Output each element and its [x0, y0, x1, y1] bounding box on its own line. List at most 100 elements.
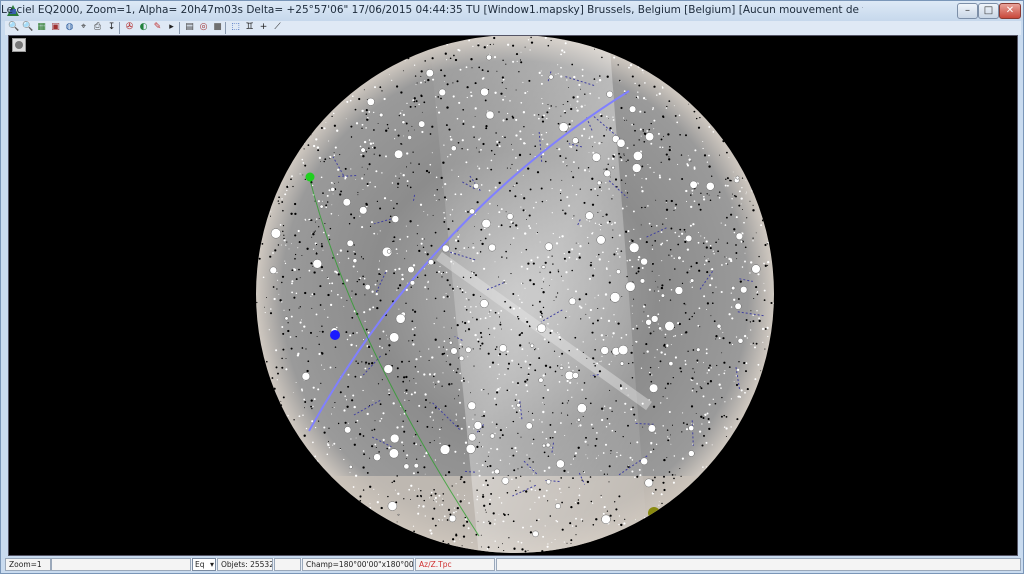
- bright-star[interactable]: [649, 383, 659, 393]
- bright-star[interactable]: [591, 152, 601, 162]
- bright-star[interactable]: [468, 433, 477, 442]
- bright-star[interactable]: [418, 120, 426, 128]
- select-icon[interactable]: ⬚: [230, 22, 241, 33]
- play-icon[interactable]: ▸: [166, 22, 177, 33]
- bright-star[interactable]: [668, 361, 674, 367]
- bright-star[interactable]: [556, 459, 565, 469]
- bright-star[interactable]: [391, 215, 400, 223]
- bright-star[interactable]: [601, 514, 611, 525]
- bright-star[interactable]: [389, 332, 400, 343]
- bright-star[interactable]: [625, 281, 636, 292]
- bright-star[interactable]: [506, 213, 514, 220]
- stop-icon[interactable]: ■: [212, 22, 223, 33]
- bright-star[interactable]: [428, 259, 434, 266]
- bright-star[interactable]: [485, 110, 495, 120]
- sky-chart[interactable]: [8, 35, 1018, 556]
- bright-star[interactable]: [542, 443, 546, 448]
- bright-star[interactable]: [458, 355, 465, 362]
- bright-star[interactable]: [441, 244, 450, 253]
- bright-star[interactable]: [401, 120, 406, 125]
- bright-star[interactable]: [616, 138, 626, 148]
- bright-star[interactable]: [611, 165, 615, 170]
- telescope-icon[interactable]: ⌖: [78, 22, 89, 33]
- bright-star[interactable]: [619, 361, 625, 366]
- bright-star[interactable]: [407, 135, 412, 140]
- bright-star[interactable]: [467, 401, 477, 411]
- title-bar[interactable]: Le ciel EQ2000, Zoom=1, Alpha= 20h47m03s…: [1, 1, 1023, 21]
- bright-star[interactable]: [660, 293, 665, 298]
- bright-star[interactable]: [674, 286, 684, 295]
- bright-star[interactable]: [388, 448, 399, 459]
- bright-star[interactable]: [489, 433, 495, 439]
- close-button[interactable]: ✕: [999, 3, 1021, 19]
- bright-star[interactable]: [532, 530, 539, 538]
- bright-star[interactable]: [572, 372, 579, 379]
- zoom-out-icon[interactable]: 🔍: [22, 22, 33, 33]
- bright-star[interactable]: [572, 137, 579, 144]
- bright-star[interactable]: [688, 425, 695, 432]
- bright-star[interactable]: [740, 286, 748, 294]
- view-mode-button[interactable]: [12, 38, 26, 52]
- bright-star[interactable]: [640, 257, 648, 266]
- bright-star[interactable]: [685, 234, 693, 242]
- bright-star[interactable]: [395, 313, 406, 324]
- bright-star[interactable]: [364, 284, 371, 291]
- bright-star[interactable]: [330, 187, 336, 192]
- bright-star[interactable]: [516, 402, 521, 408]
- bright-star[interactable]: [439, 444, 451, 455]
- minimize-button[interactable]: –: [957, 3, 978, 19]
- bright-star[interactable]: [647, 424, 656, 433]
- bright-star[interactable]: [387, 501, 398, 511]
- bright-star[interactable]: [360, 147, 366, 153]
- bright-star[interactable]: [677, 255, 682, 261]
- bright-star[interactable]: [603, 169, 611, 178]
- bright-star[interactable]: [559, 366, 564, 370]
- bright-star[interactable]: [473, 183, 480, 189]
- bright-star[interactable]: [501, 477, 510, 485]
- image-icon[interactable]: ▣: [50, 22, 61, 33]
- bright-star[interactable]: [545, 479, 552, 485]
- bright-star[interactable]: [576, 417, 581, 422]
- planet-green[interactable]: [305, 172, 315, 182]
- bright-star[interactable]: [284, 316, 289, 321]
- bright-star[interactable]: [731, 286, 736, 291]
- bright-star[interactable]: [541, 265, 546, 270]
- bright-star[interactable]: [734, 302, 742, 310]
- print-icon[interactable]: ⎙: [92, 22, 103, 33]
- bright-star[interactable]: [525, 422, 533, 430]
- bright-star[interactable]: [529, 343, 535, 348]
- bright-star[interactable]: [488, 243, 496, 252]
- coord-system-select[interactable]: Eq: [192, 558, 216, 571]
- bright-star[interactable]: [576, 403, 587, 414]
- pin-icon[interactable]: ↧: [106, 22, 117, 33]
- bright-star[interactable]: [346, 239, 354, 247]
- bright-star[interactable]: [751, 264, 761, 274]
- bright-star[interactable]: [618, 344, 629, 356]
- bright-star[interactable]: [448, 514, 457, 523]
- bright-star[interactable]: [640, 457, 649, 466]
- bright-star[interactable]: [373, 453, 381, 462]
- bright-star[interactable]: [366, 97, 375, 106]
- globe-icon[interactable]: ◍: [64, 22, 75, 33]
- bright-star[interactable]: [645, 319, 652, 326]
- bright-star[interactable]: [689, 180, 698, 189]
- filter-icon[interactable]: ✎: [152, 22, 163, 33]
- bright-star[interactable]: [596, 180, 602, 186]
- bright-star[interactable]: [548, 74, 554, 80]
- measure-icon[interactable]: ⟋: [272, 22, 283, 33]
- bright-star[interactable]: [558, 122, 569, 133]
- bright-star[interactable]: [600, 346, 609, 355]
- bright-star[interactable]: [716, 323, 722, 329]
- bright-star[interactable]: [270, 228, 282, 239]
- bright-star[interactable]: [545, 442, 551, 448]
- bright-star[interactable]: [568, 297, 577, 306]
- bright-star[interactable]: [465, 346, 472, 353]
- bright-star[interactable]: [498, 344, 508, 353]
- bright-star[interactable]: [639, 278, 646, 284]
- bright-star[interactable]: [465, 444, 476, 454]
- bright-star[interactable]: [737, 338, 744, 344]
- zoom-in-icon[interactable]: 🔍: [8, 22, 19, 33]
- bright-star[interactable]: [379, 112, 384, 118]
- bright-star[interactable]: [352, 258, 358, 264]
- bright-star[interactable]: [658, 326, 663, 331]
